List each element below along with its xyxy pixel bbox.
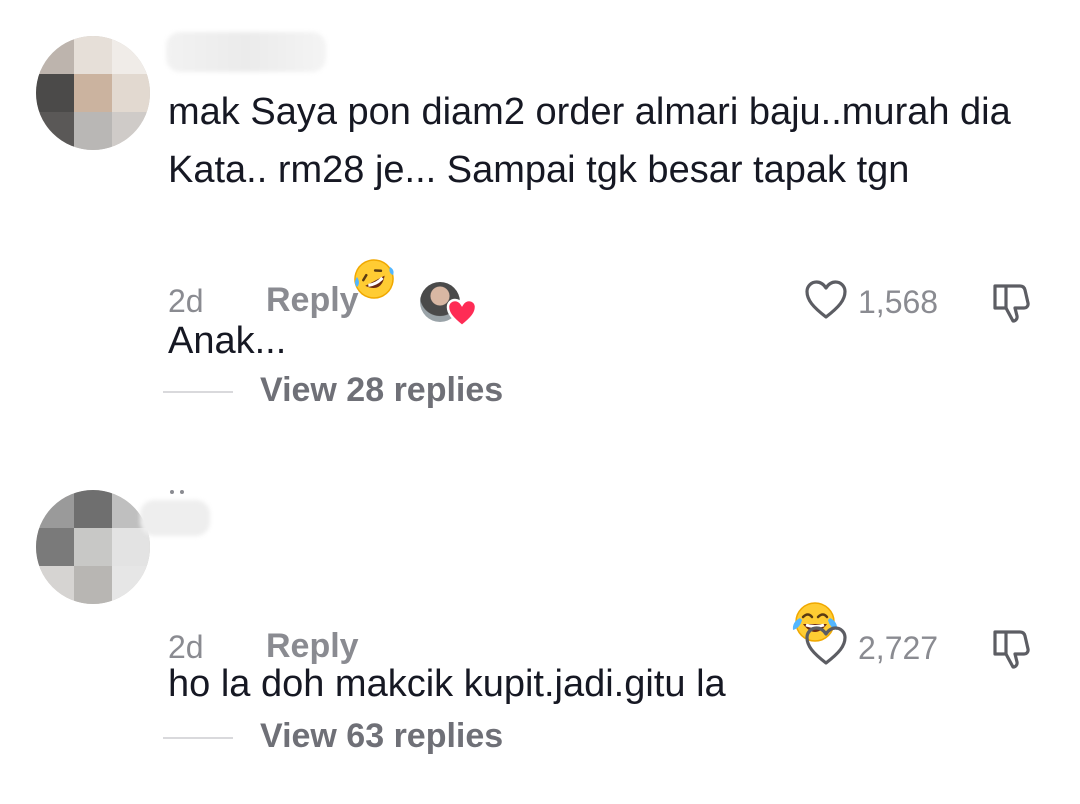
view-replies-button[interactable]: View 63 replies [260,717,503,756]
like-button[interactable]: 2,727 [804,625,938,672]
like-button[interactable]: 1,568 [804,279,938,326]
heart-outline-icon[interactable] [804,279,848,326]
username-dots [170,490,184,498]
comment-time: 2d [168,283,204,319]
comment-text: mak Saya pon diam2 order almari baju..mu… [168,83,1028,376]
thumbs-down-outline-icon[interactable] [990,627,1036,676]
like-count: 2,727 [858,630,939,666]
heart-outline-icon[interactable] [804,625,848,672]
avatar[interactable] [36,36,150,150]
avatar[interactable] [36,490,150,604]
replies-divider [163,737,233,739]
view-replies-button[interactable]: View 28 replies [260,371,503,410]
reply-button[interactable]: Reply [266,281,359,320]
replies-divider [163,391,233,393]
like-count: 1,568 [858,284,939,320]
comment-body: ho la doh makcik kupit.jadi.gitu la [168,663,726,705]
comment-time: 2d [168,629,204,665]
username[interactable] [140,500,210,536]
heart-filled-icon [446,298,478,333]
reply-button[interactable]: Reply [266,627,359,666]
username[interactable] [166,32,326,72]
thumbs-down-outline-icon[interactable] [990,281,1036,330]
